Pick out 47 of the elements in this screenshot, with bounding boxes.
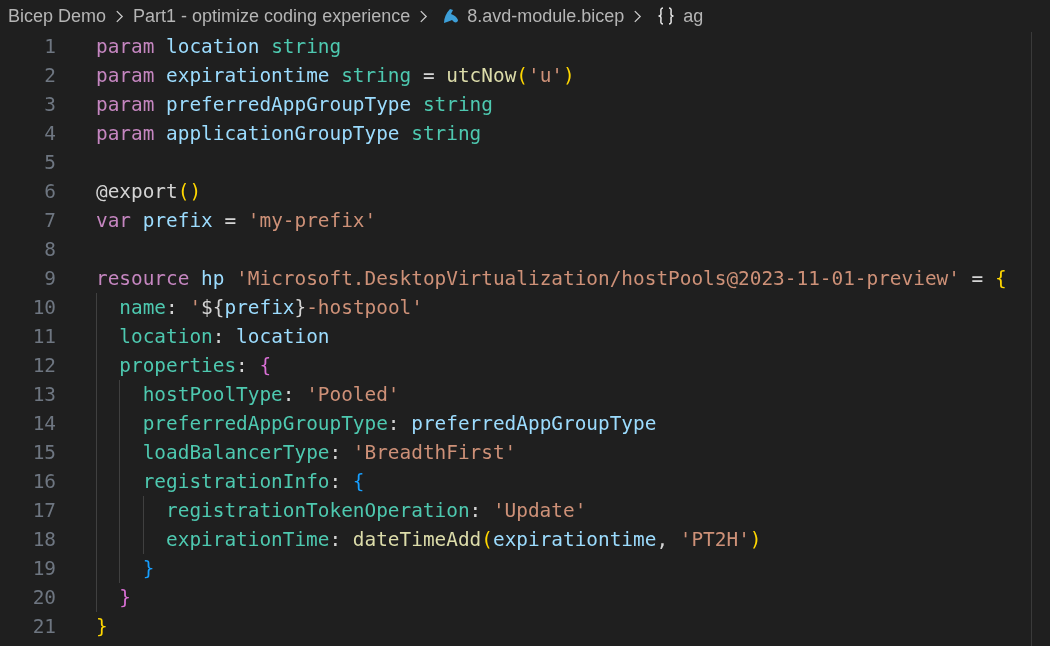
line-number: 11	[31, 325, 56, 348]
code-line: }	[142, 557, 155, 580]
line-number: 2	[43, 64, 56, 87]
code-line: param preferredAppGroupType string	[96, 93, 493, 116]
line-number: 13	[31, 383, 56, 406]
line-number: 15	[31, 441, 56, 464]
line-number: 17	[31, 499, 56, 522]
code-line: properties: {	[119, 354, 272, 377]
code-line: preferredAppGroupType: preferredAppGroupType	[142, 412, 657, 435]
line-number: 5	[43, 151, 56, 174]
line-number: 10	[31, 296, 56, 319]
line-number: 14	[31, 412, 56, 435]
code-line: @export()	[96, 180, 202, 203]
chevron-icon	[419, 8, 429, 24]
code-line: }	[119, 586, 132, 609]
code-line: registrationTokenOperation: 'Update'	[166, 499, 587, 522]
code-line: expirationTime: dateTimeAdd(expirationtime, 'PT2H')	[166, 528, 762, 551]
line-number: 1	[43, 35, 56, 58]
chevron-icon	[115, 8, 125, 24]
code-line: loadBalancerType: 'BreadthFirst'	[142, 441, 517, 464]
breadcrumb-item[interactable]: Part1 - optimize coding experience	[133, 5, 411, 27]
line-number: 9	[43, 267, 56, 290]
code-line: param applicationGroupType string	[96, 122, 482, 145]
line-number: 19	[31, 557, 56, 580]
code-line: registrationInfo: {	[142, 470, 365, 493]
chevron-icon	[633, 8, 643, 24]
line-number: 21	[31, 615, 56, 638]
line-number: 16	[31, 470, 56, 493]
code-line: param location string	[96, 35, 342, 58]
line-number: 8	[43, 238, 56, 261]
code-line: param expirationtime string = utcNow('u')	[96, 64, 575, 87]
breadcrumb-item[interactable]: ag	[683, 5, 704, 27]
line-number: 3	[43, 93, 56, 116]
code-line: resource hp 'Microsoft.DesktopVirtualization/hostPools@2023-11-01-preview' = {	[96, 267, 1007, 290]
code-line: location: location	[119, 325, 330, 348]
line-number: 6	[43, 180, 56, 203]
code-line: var prefix = 'my-prefix'	[96, 209, 377, 232]
line-number: 18	[31, 528, 56, 551]
line-number: 4	[43, 122, 56, 145]
breadcrumb-item[interactable]: Bicep Demo	[8, 5, 107, 27]
code-line: name: '${prefix}-hostpool'	[119, 296, 423, 319]
breadcrumb-item[interactable]: 8.avd-module.bicep	[467, 5, 625, 27]
line-number: 20	[31, 586, 56, 609]
line-number: 12	[31, 354, 56, 377]
code-line: hostPoolType: 'Pooled'	[142, 383, 400, 406]
code-line: }	[96, 615, 108, 638]
line-number: 7	[43, 209, 56, 232]
